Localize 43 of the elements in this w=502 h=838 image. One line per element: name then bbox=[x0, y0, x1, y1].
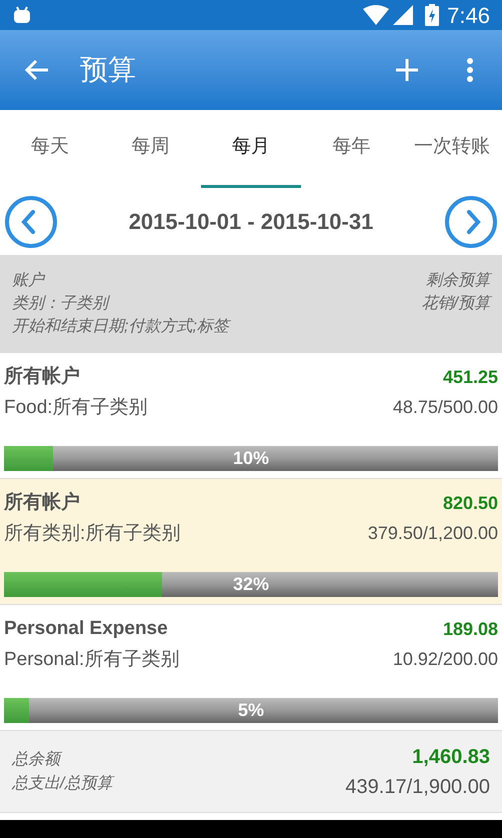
back-arrow-icon bbox=[24, 59, 50, 81]
spent-of-budget: 10.92/200.00 bbox=[392, 648, 498, 672]
date-range: 2015-10-01 - 2015-10-31 bbox=[128, 208, 374, 236]
chevron-left-icon bbox=[4, 194, 58, 250]
more-vertical-icon bbox=[466, 58, 474, 82]
remaining-amount: 189.08 bbox=[442, 618, 498, 641]
account-name: Personal Expense bbox=[4, 617, 168, 641]
remaining-amount: 451.25 bbox=[442, 366, 498, 389]
account-name: 所有帐户 bbox=[4, 490, 80, 515]
total-balance-label: 总余额 bbox=[12, 748, 112, 772]
previous-period-button[interactable] bbox=[4, 194, 58, 250]
category-name: 所有类别:所有子类别 bbox=[4, 522, 180, 546]
progress-percent: 10% bbox=[232, 447, 270, 470]
period-tab[interactable]: 每周 bbox=[100, 110, 201, 188]
budget-row[interactable]: 所有帐户 820.50 所有类别:所有子类别 379.50/1,200.00 32% bbox=[0, 479, 502, 605]
category-name: Personal:所有子类别 bbox=[4, 648, 180, 672]
chevron-right-icon bbox=[444, 194, 498, 250]
total-balance: 1,460.83 bbox=[412, 744, 490, 770]
period-tab[interactable]: 每年 bbox=[301, 110, 402, 188]
legend-label: 花销/预算 bbox=[422, 292, 490, 315]
android-icon bbox=[12, 6, 32, 24]
total-spent: 439.17/1,900.00 bbox=[345, 774, 490, 800]
plus-icon bbox=[396, 59, 418, 81]
category-name: Food:所有子类别 bbox=[4, 396, 148, 420]
progress-percent: 32% bbox=[232, 573, 270, 596]
legend-label: 账户 bbox=[12, 270, 46, 291]
period-tab[interactable]: 每天 bbox=[0, 110, 100, 188]
battery-icon bbox=[425, 4, 440, 26]
legend-label: 开始和结束日期;付款方式;标签 bbox=[12, 316, 229, 337]
next-period-button[interactable] bbox=[444, 194, 498, 250]
period-tab[interactable]: 一次转账 bbox=[402, 110, 502, 188]
account-name: 所有帐户 bbox=[4, 364, 80, 389]
spent-of-budget: 379.50/1,200.00 bbox=[368, 522, 498, 546]
screen-title: 预算 bbox=[80, 53, 136, 87]
spent-of-budget: 48.75/500.00 bbox=[392, 396, 498, 420]
total-spent-label: 总支出/总预算 bbox=[12, 772, 112, 796]
wifi-icon bbox=[363, 5, 390, 25]
signal-icon bbox=[393, 5, 414, 25]
clock-time: 7:46 bbox=[447, 2, 490, 30]
legend-label: 剩余预算 bbox=[426, 269, 490, 292]
legend-label: 类别：子类别 bbox=[12, 294, 111, 314]
remaining-amount: 820.50 bbox=[442, 492, 498, 515]
progress-percent: 5% bbox=[236, 699, 265, 722]
